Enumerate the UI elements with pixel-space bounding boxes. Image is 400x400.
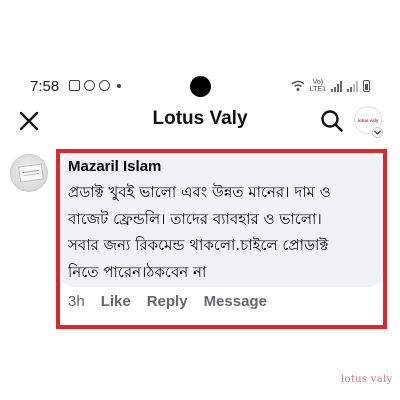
more-notifications-dot [117,83,121,88]
wifi-icon [291,80,305,91]
search-icon [321,110,343,132]
watermark: lotus valy [341,374,393,385]
system-icons: Vo) LTE1 [291,79,370,93]
status-time: 7:58 [30,78,60,95]
page-logo: lotus valy [357,117,379,123]
messenger-icon [99,80,110,91]
gallery-icon [69,80,80,91]
commenter-avatar[interactable] [10,154,48,192]
profile-menu-button[interactable] [372,127,383,138]
chevron-down-icon [374,130,381,135]
network-type-label: Vo) LTE1 [309,79,326,93]
messenger-icon [84,80,95,91]
signal-icon [331,80,342,92]
camera-cutout [190,76,211,97]
battery-icon [363,80,370,92]
search-button[interactable] [320,109,344,133]
notification-icons [69,80,121,91]
signal-icon [347,80,358,92]
page-header: Lotus Valy lotus valy [0,104,400,138]
status-bar: 7:58 Vo) LTE1 [0,76,400,98]
highlight-frame [56,149,387,329]
avatar-image [18,163,44,183]
